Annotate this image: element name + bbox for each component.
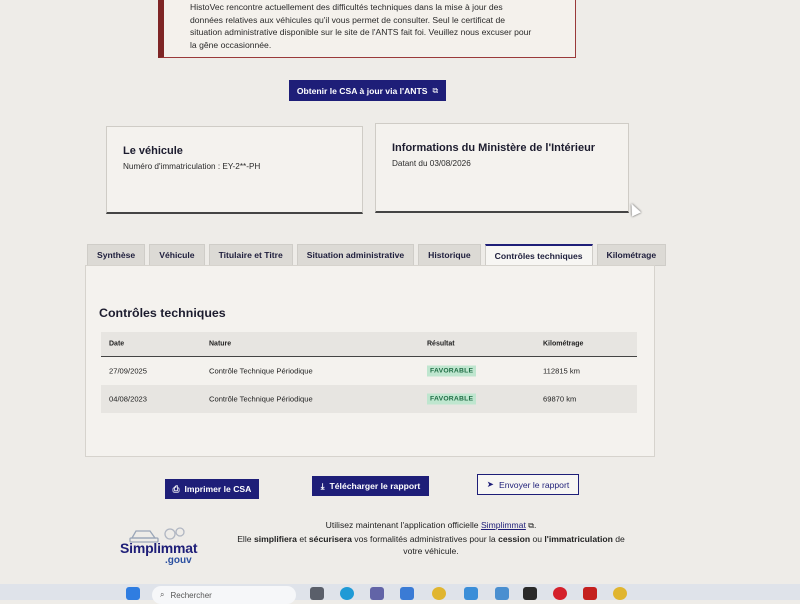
logo-gouv: .gouv [165,555,192,566]
search-icon: ⌕ [160,590,165,599]
promo-text: vos formalités administratives pour la [354,533,496,544]
windows-start-icon[interactable] [126,587,140,600]
header-date: Date [109,340,125,348]
ministry-date: Datant du 03/08/2026 [392,159,471,168]
vehicle-card-title: Le véhicule [123,145,183,157]
chrome-icon[interactable] [432,587,446,600]
send-icon: ➤ [486,479,494,489]
obtain-csa-label: Obtenir le CSA à jour via l'ANTS [296,85,428,96]
chrome-icon[interactable] [613,587,627,600]
header-km: Kilométrage [543,340,584,348]
app-icon[interactable] [495,587,509,600]
simplimmat-link[interactable]: Simplimmat [481,520,526,530]
print-csa-label: Imprimer le CSA [184,484,252,494]
row-km: 112815 km [543,366,581,376]
printer-icon: ⎙ [172,483,180,494]
promo-bold: simplifiera [253,533,297,544]
download-report-label: Télécharger le rapport [329,481,421,491]
ministry-card-title: Informations du Ministère de l'Intérieur [392,142,596,154]
app-icon[interactable] [523,587,537,600]
external-link-icon: ⧉ [432,85,439,95]
table-row: 04/08/2023 Contrôle Technique Périodique… [101,385,637,413]
download-icon: ⤓ [320,480,325,491]
promo-text: Elle [237,533,252,544]
alert-line: HistoVec rencontre actuellement des diff… [190,2,503,12]
row-km: 69870 km [543,394,577,404]
tab-controles-techniques[interactable]: Contrôles techniques [484,244,593,266]
ministry-card: Informations du Ministère de l'Intérieur… [375,123,629,213]
send-report-label: Envoyer le rapport [498,479,570,490]
alert-line: données relatives aux véhicules qu'il vo… [190,14,506,25]
tab-situation-administrative[interactable]: Situation administrative [296,244,415,266]
status-badge: FAVORABLE [427,393,477,405]
tab-synthese[interactable]: Synthèse [87,244,146,266]
table-row: 27/09/2025 Contrôle Technique Périodique… [101,357,637,385]
send-report-button[interactable]: ➤ Envoyer le rapport [477,474,579,495]
task-view-icon[interactable] [310,587,324,600]
obtain-csa-button[interactable]: Obtenir le CSA à jour via l'ANTS ⧉ [289,80,446,101]
promo-bold: cession [498,533,531,544]
alert-line: situation administrative disponible sur … [190,27,532,38]
panel-title: Contrôles techniques [99,306,226,320]
simplimmat-logo[interactable]: Simplimmat .gouv [110,520,210,576]
status-badge: FAVORABLE [427,365,477,377]
teams-icon[interactable] [370,587,384,600]
promo-text: ou [532,533,543,544]
taskbar: ⌕ Rechercher [0,584,800,604]
table-header: Date Nature Résultat Kilométrage [101,332,637,357]
promo-bold: l'immatriculation [544,533,613,544]
simplimmat-promo: Utilisez maintenant l'application offici… [226,519,636,558]
download-report-button[interactable]: ⤓ Télécharger le rapport [312,476,429,496]
tab-kilometrage[interactable]: Kilométrage [596,244,667,266]
maintenance-alert: HistoVec rencontre actuellement des diff… [158,0,576,58]
acrobat-icon[interactable] [583,587,597,600]
promo-lead: Utilisez maintenant l'application offici… [325,520,479,530]
vehicle-card: Le véhicule Numéro d'immatriculation : E… [106,126,363,214]
alert-line: la gêne occasionnée. [190,39,272,50]
promo-text: et [299,533,307,544]
plate-number: Numéro d'immatriculation : EY-2**-PH [123,162,261,171]
controles-panel: Contrôles techniques Date Nature Résulta… [85,265,655,457]
files-icon[interactable] [464,587,478,600]
row-date: 27/09/2025 [109,366,148,376]
controles-table: Date Nature Résultat Kilométrage 27/09/2… [101,332,637,413]
promo-line3: votre véhicule. [403,546,459,556]
taskbar-search[interactable]: ⌕ Rechercher [152,586,296,604]
logo-word: Simplimmat [120,540,198,556]
print-csa-button[interactable]: ⎙ Imprimer le CSA [165,479,259,499]
row-nature: Contrôle Technique Périodique [209,394,313,404]
opera-icon[interactable] [553,587,567,600]
store-icon[interactable] [400,587,414,600]
search-placeholder: Rechercher [170,590,212,600]
header-result: Résultat [427,340,455,348]
tab-titulaire[interactable]: Titulaire et Titre [208,244,293,266]
edge-icon[interactable] [340,587,354,600]
row-nature: Contrôle Technique Périodique [209,366,313,376]
tab-vehicule[interactable]: Véhicule [149,244,205,266]
promo-bold: sécurisera [308,533,352,544]
header-nature: Nature [209,340,232,348]
tab-bar: Synthèse Véhicule Titulaire et Titre Sit… [87,244,667,266]
mouse-cursor-icon [626,201,642,217]
tab-historique[interactable]: Historique [418,244,481,266]
promo-text: de [615,533,625,544]
external-link-icon: ⧉ [528,521,534,530]
row-date: 04/08/2023 [109,394,148,404]
